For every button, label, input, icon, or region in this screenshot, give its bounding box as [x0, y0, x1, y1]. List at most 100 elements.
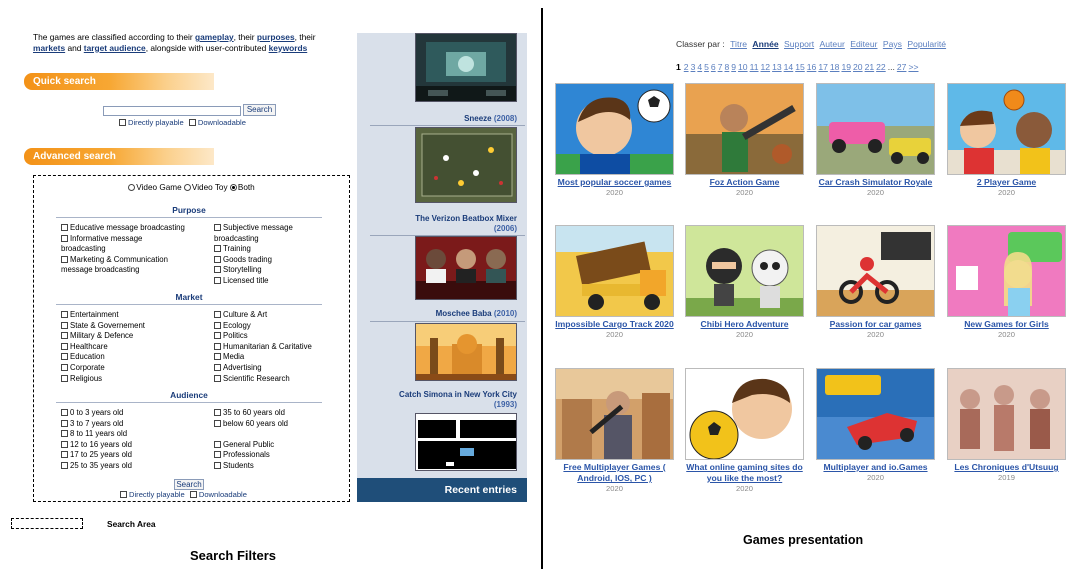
- sort-support[interactable]: Support: [784, 39, 814, 49]
- checkbox[interactable]: [61, 332, 68, 340]
- page-link[interactable]: 21: [865, 62, 875, 72]
- entry-thumbnail[interactable]: [415, 127, 517, 203]
- checkbox[interactable]: [61, 363, 68, 371]
- game-card[interactable]: 2 Player Game 2020: [947, 83, 1066, 198]
- checkbox[interactable]: [61, 409, 68, 416]
- checkbox[interactable]: [214, 419, 221, 427]
- quick-search-input[interactable]: [103, 106, 241, 116]
- entry-thumbnail[interactable]: [415, 236, 517, 300]
- checkbox[interactable]: [61, 321, 68, 329]
- page-link[interactable]: 17: [818, 62, 828, 72]
- game-card[interactable]: Chibi Hero Adventure 2020: [685, 225, 804, 340]
- page-link[interactable]: 12: [761, 62, 771, 72]
- game-card[interactable]: Foz Action Game 2020: [685, 83, 804, 198]
- checkbox[interactable]: [214, 321, 221, 329]
- page-link[interactable]: 16: [807, 62, 817, 72]
- checkbox[interactable]: [61, 342, 68, 350]
- checkbox[interactable]: [214, 245, 221, 253]
- entry-thumbnail[interactable]: [415, 413, 517, 471]
- checkbox[interactable]: [214, 353, 221, 361]
- game-title[interactable]: What online gaming sites do you like the…: [685, 462, 804, 484]
- checkbox[interactable]: [214, 342, 221, 350]
- quick-search-button[interactable]: Search: [243, 104, 276, 116]
- checkbox[interactable]: [61, 255, 68, 263]
- game-thumbnail[interactable]: [947, 368, 1066, 460]
- entry-thumbnail[interactable]: [415, 33, 517, 102]
- page-link[interactable]: 7: [718, 62, 723, 72]
- checkbox[interactable]: [61, 353, 68, 361]
- checkbox[interactable]: [214, 451, 221, 459]
- page-link[interactable]: 9: [731, 62, 736, 72]
- entry-thumbnail[interactable]: [415, 323, 517, 381]
- checkbox[interactable]: [61, 451, 68, 459]
- advanced-search-button[interactable]: Search: [174, 479, 204, 490]
- checkbox[interactable]: [214, 224, 221, 231]
- checkbox[interactable]: [214, 266, 221, 274]
- game-thumbnail[interactable]: [685, 225, 804, 317]
- game-title[interactable]: Car Crash Simulator Royale: [816, 177, 935, 188]
- checkbox[interactable]: [214, 440, 221, 448]
- checkbox[interactable]: [214, 332, 221, 340]
- entry-title[interactable]: The Verizon Beatbox Mixer (2006): [415, 214, 517, 234]
- game-thumbnail[interactable]: [685, 368, 804, 460]
- checkbox[interactable]: [61, 224, 68, 231]
- video-game-radio[interactable]: [128, 184, 136, 191]
- sort-editeur[interactable]: Editeur: [850, 39, 877, 49]
- checkbox[interactable]: [61, 374, 68, 382]
- game-title[interactable]: Foz Action Game: [685, 177, 804, 188]
- game-card[interactable]: Impossible Cargo Track 2020 2020: [555, 225, 674, 340]
- game-thumbnail[interactable]: [555, 83, 674, 175]
- sort-annee[interactable]: Année: [752, 39, 778, 49]
- checkbox[interactable]: [214, 363, 221, 371]
- gameplay-link[interactable]: gameplay: [195, 32, 234, 42]
- checkbox[interactable]: [214, 374, 221, 382]
- game-title[interactable]: New Games for Girls: [947, 319, 1066, 330]
- directly-playable-checkbox[interactable]: [120, 491, 127, 498]
- game-title[interactable]: Les Chroniques d'Utsuug: [947, 462, 1066, 473]
- game-title[interactable]: Passion for car games: [816, 319, 935, 330]
- game-thumbnail[interactable]: [555, 368, 674, 460]
- game-title[interactable]: Free Multiplayer Games ( Android, IOS, P…: [555, 462, 674, 484]
- game-thumbnail[interactable]: [685, 83, 804, 175]
- game-card[interactable]: Free Multiplayer Games ( Android, IOS, P…: [555, 368, 674, 494]
- entry-title[interactable]: Sneeze (2008): [464, 114, 517, 124]
- page-link[interactable]: 13: [772, 62, 782, 72]
- checkbox[interactable]: [214, 461, 221, 469]
- game-card[interactable]: What online gaming sites do you like the…: [685, 368, 804, 494]
- game-card[interactable]: Multiplayer and io.Games 2020: [816, 368, 935, 483]
- sort-popularite[interactable]: Popularité: [907, 39, 946, 49]
- downloadable-checkbox[interactable]: [189, 491, 197, 498]
- page-link[interactable]: 5: [704, 62, 709, 72]
- page-last[interactable]: 27: [897, 62, 907, 72]
- target-audience-link[interactable]: target audience: [84, 43, 146, 53]
- game-card[interactable]: New Games for Girls 2020: [947, 225, 1066, 340]
- markets-link[interactable]: markets: [33, 43, 65, 53]
- page-link[interactable]: 2: [684, 62, 689, 72]
- page-link[interactable]: 3: [691, 62, 696, 72]
- sort-pays[interactable]: Pays: [883, 39, 902, 49]
- game-title[interactable]: Impossible Cargo Track 2020: [555, 319, 674, 330]
- checkbox[interactable]: [61, 311, 68, 318]
- checkbox[interactable]: [61, 461, 68, 469]
- entry-title[interactable]: Catch Simona in New York City (1993): [399, 390, 517, 410]
- page-link[interactable]: 19: [841, 62, 851, 72]
- page-link[interactable]: 20: [853, 62, 863, 72]
- video-toy-radio[interactable]: [183, 184, 191, 191]
- page-link[interactable]: 8: [724, 62, 729, 72]
- page-link[interactable]: 4: [697, 62, 702, 72]
- game-title[interactable]: Most popular soccer games: [555, 177, 674, 188]
- purposes-link[interactable]: purposes: [257, 32, 295, 42]
- game-card[interactable]: Most popular soccer games 2020: [555, 83, 674, 198]
- checkbox[interactable]: [214, 409, 221, 416]
- checkbox[interactable]: [214, 276, 221, 284]
- checkbox[interactable]: [214, 255, 221, 263]
- sort-auteur[interactable]: Auteur: [820, 39, 845, 49]
- checkbox[interactable]: [61, 234, 68, 242]
- checkbox[interactable]: [61, 440, 68, 448]
- checkbox[interactable]: [61, 419, 68, 427]
- page-next[interactable]: >>: [908, 62, 918, 72]
- page-link[interactable]: 10: [738, 62, 748, 72]
- game-title[interactable]: 2 Player Game: [947, 177, 1066, 188]
- game-title[interactable]: Multiplayer and io.Games: [816, 462, 935, 473]
- entry-title[interactable]: Moschee Baba (2010): [436, 309, 517, 319]
